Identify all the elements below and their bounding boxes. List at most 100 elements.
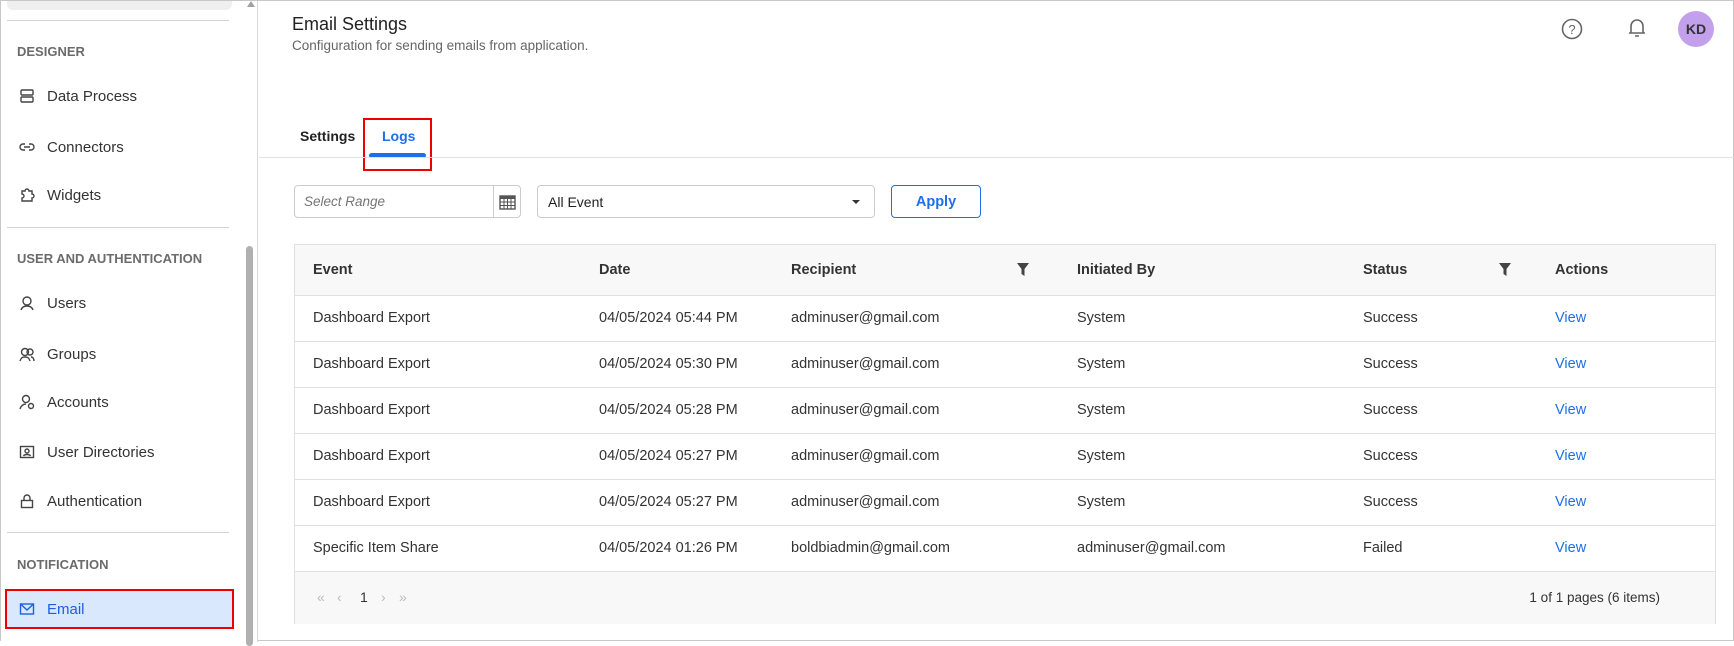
view-link[interactable]: View [1555,448,1586,464]
sidebar-scrollbar[interactable] [246,246,253,646]
first-page-icon[interactable]: « [317,589,325,605]
sidebar-item-groups[interactable]: Groups [7,336,232,372]
page-title: Email Settings [292,14,408,34]
chevron-down-icon [852,200,860,204]
sidebar-item-label: User Directories [47,443,155,461]
section-designer: DESIGNER [17,44,85,59]
recipient-cell: adminuser@gmail.com [791,356,940,372]
sidebar-item-widgets[interactable]: Widgets [7,177,232,213]
date-cell: 04/05/2024 05:27 PM [599,494,738,510]
view-link[interactable]: View [1555,310,1586,326]
column-header-date[interactable]: Date [581,245,773,296]
last-page-icon[interactable]: » [399,589,407,605]
table-cell: adminuser@gmail.com [773,341,1059,388]
status-cell: Success [1363,310,1418,326]
view-link[interactable]: View [1555,494,1586,510]
logs-table: Event Date Recipient Initiated By Status… [295,245,1715,572]
table-cell: Dashboard Export [295,295,581,342]
filter-icon[interactable] [1017,263,1029,276]
sidebar-item-connectors[interactable]: Connectors [7,129,232,165]
next-page-icon[interactable]: › [381,589,386,605]
initiated-by-cell: adminuser@gmail.com [1077,540,1226,556]
column-header-actions: Actions [1537,245,1715,296]
account-icon [19,394,35,410]
initiated-by-cell: System [1077,494,1126,510]
column-header-status[interactable]: Status [1345,245,1537,296]
column-header-event[interactable]: Event [295,245,581,296]
column-header-initiated-by[interactable]: Initiated By [1059,245,1345,296]
pager-summary: 1 of 1 pages (6 items) [1529,590,1660,605]
table-cell: View [1537,295,1715,342]
view-link[interactable]: View [1555,540,1586,556]
sidebar-item-user-directories[interactable]: User Directories [7,434,232,470]
avatar[interactable]: KD [1678,11,1714,47]
table-cell: adminuser@gmail.com [773,295,1059,342]
table-cell: Success [1345,295,1537,342]
scroll-up-arrow[interactable] [247,1,255,7]
bell-icon[interactable] [1626,16,1648,40]
filter-icon[interactable] [1499,263,1511,276]
event-cell: Dashboard Export [313,448,430,464]
page-number[interactable]: 1 [360,589,368,605]
event-cell: Dashboard Export [313,310,430,326]
recipient-cell: adminuser@gmail.com [791,402,940,418]
table-cell: View [1537,341,1715,388]
section-user-auth: USER AND AUTHENTICATION [17,251,203,266]
status-cell: Success [1363,356,1418,372]
apply-button[interactable]: Apply [891,185,981,218]
prev-page-icon[interactable]: ‹ [337,589,342,605]
table-cell: Success [1345,341,1537,388]
table-cell: Success [1345,433,1537,480]
highlight-box [363,118,432,171]
sidebar-item-partial[interactable] [7,1,232,10]
column-header-recipient[interactable]: Recipient [773,245,1059,296]
table-cell: 04/05/2024 05:27 PM [581,479,773,526]
table-cell: adminuser@gmail.com [773,433,1059,480]
sidebar-item-label: Groups [47,345,97,363]
table-cell: Dashboard Export [295,479,581,526]
status-cell: Success [1363,402,1418,418]
logs-grid: Event Date Recipient Initiated By Status… [294,244,1716,624]
puzzle-icon [21,188,35,202]
date-cell: 04/05/2024 05:44 PM [599,310,738,326]
event-dropdown[interactable]: All Event [537,185,875,218]
page-subtitle: Configuration for sending emails from ap… [292,38,589,53]
date-range-input[interactable] [295,186,493,217]
initiated-by-cell: System [1077,402,1126,418]
column-header-label: Status [1363,261,1408,278]
table-cell: View [1537,479,1715,526]
view-link[interactable]: View [1555,402,1586,418]
sidebar-item-data-process[interactable]: Data Process [7,78,232,114]
event-cell: Specific Item Share [313,540,439,556]
date-range-picker[interactable] [294,185,521,218]
sidebar-item-authentication[interactable]: Authentication [7,483,232,519]
sidebar-item-label: Email [47,600,85,618]
initiated-by-cell: System [1077,448,1126,464]
table-cell: System [1059,479,1345,526]
sidebar-item-users[interactable]: Users [7,285,232,321]
event-cell: Dashboard Export [313,402,430,418]
calendar-button[interactable] [493,186,520,217]
tab-settings[interactable]: Settings [300,128,355,144]
view-link[interactable]: View [1555,356,1586,372]
sidebar-item-label: Accounts [47,393,109,411]
recipient-cell: adminuser@gmail.com [791,494,940,510]
recipient-cell: adminuser@gmail.com [791,310,940,326]
sidebar-item-accounts[interactable]: Accounts [7,384,232,420]
sidebar-item-label: Widgets [47,186,102,204]
table-cell: View [1537,433,1715,480]
table-cell: 04/05/2024 05:28 PM [581,387,773,434]
table-cell: 04/05/2024 01:26 PM [581,525,773,572]
group-icon [19,347,35,362]
sidebar-item-email[interactable]: Email [5,589,234,629]
sidebar-item-label: Users [47,294,87,312]
table-header-row: Event Date Recipient Initiated By Status… [295,245,1715,296]
date-cell: 04/05/2024 05:27 PM [599,448,738,464]
recipient-cell: boldbiadmin@gmail.com [791,540,950,556]
event-cell: Dashboard Export [313,356,430,372]
section-notification: NOTIFICATION [17,557,109,572]
table-cell: boldbiadmin@gmail.com [773,525,1059,572]
table-cell: adminuser@gmail.com [773,479,1059,526]
directory-icon [19,445,35,459]
help-icon[interactable]: ? [1561,18,1583,40]
